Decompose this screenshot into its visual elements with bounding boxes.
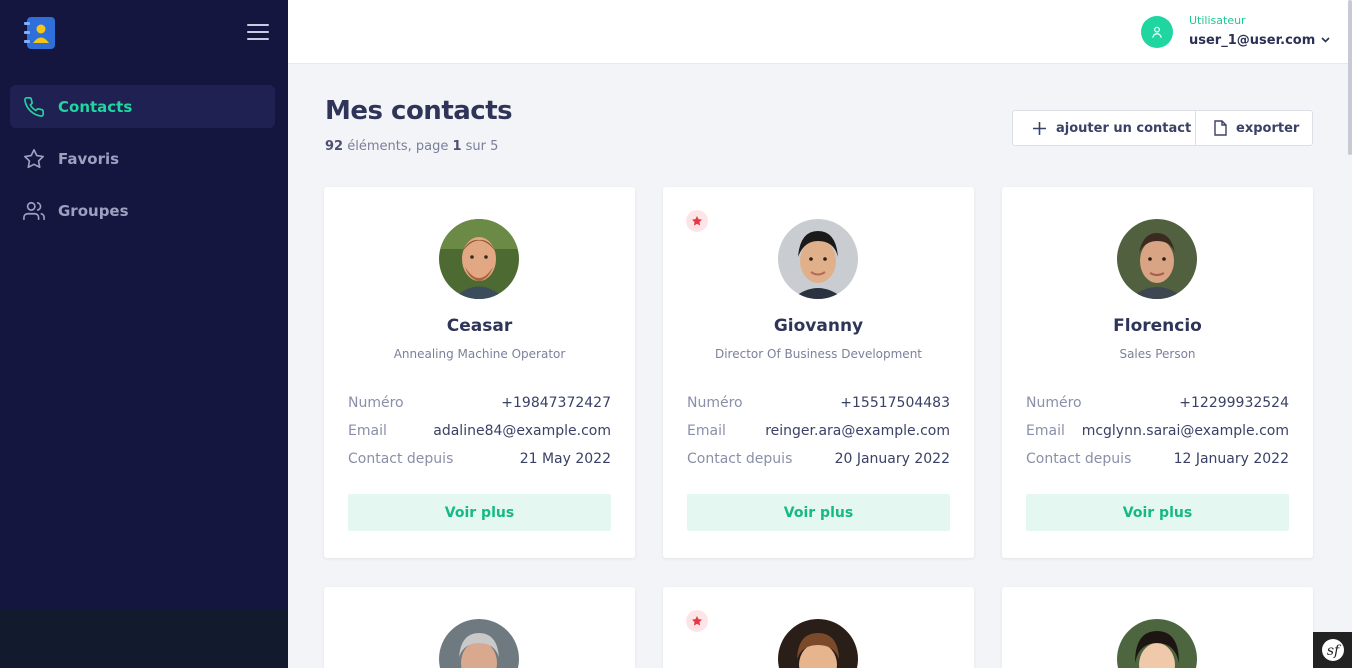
contact-since-row: Contact depuis 12 January 2022 [1026, 451, 1289, 467]
add-contact-button[interactable]: ajouter un contact [1013, 111, 1196, 145]
view-more-button[interactable]: Voir plus [1026, 494, 1289, 531]
menu-toggle-icon[interactable] [247, 24, 269, 42]
export-button[interactable]: exporter [1196, 111, 1312, 145]
page-summary: 92 éléments, page 1 sur 5 [325, 139, 499, 154]
contact-job: Annealing Machine Operator [393, 347, 566, 361]
contact-email-row: Email mcglynn.sarai@example.com [1026, 423, 1289, 439]
user-role: Utilisateur [1189, 14, 1246, 27]
contact-avatar [778, 619, 858, 668]
actions-group: ajouter un contact exporter [1012, 110, 1313, 146]
view-more-button[interactable]: Voir plus [348, 494, 611, 531]
sidebar-item-groupes[interactable]: Groupes [10, 189, 275, 232]
sidebar-nav: Contacts Favoris Groupes [10, 85, 275, 241]
contact-job: Director Of Business Development [714, 347, 923, 361]
user-menu[interactable]: user_1@user.com [1189, 33, 1330, 48]
contact-card [324, 587, 635, 668]
scrollbar[interactable] [1348, 0, 1352, 155]
contact-name: Florencio [1113, 316, 1202, 336]
sidebar-item-label: Contacts [58, 97, 133, 116]
users-icon [22, 199, 46, 223]
sidebar-item-label: Groupes [58, 201, 129, 220]
view-more-button[interactable]: Voir plus [687, 494, 950, 531]
page-title: Mes contacts [325, 96, 513, 126]
file-icon [1214, 120, 1227, 136]
top-header: Utilisateur user_1@user.com [288, 0, 1352, 64]
contact-job: Sales Person [1119, 347, 1196, 361]
contact-avatar [1117, 219, 1197, 299]
app-logo[interactable] [24, 16, 56, 50]
sidebar-item-contacts[interactable]: Contacts [10, 85, 275, 128]
contact-avatar [439, 619, 519, 668]
chevron-down-icon [1321, 35, 1330, 46]
star-icon [22, 147, 46, 171]
contact-since-row: Contact depuis 20 January 2022 [687, 451, 950, 467]
username: user_1@user.com [1189, 33, 1316, 48]
contact-number-row: Numéro +12299932524 [1026, 395, 1289, 411]
contact-card [1002, 587, 1313, 668]
contact-number-row: Numéro +15517504483 [687, 395, 950, 411]
sidebar-footer [0, 610, 288, 668]
contact-avatar [778, 219, 858, 299]
contact-card [663, 587, 974, 668]
contact-avatar [1117, 619, 1197, 668]
sidebar-item-favoris[interactable]: Favoris [10, 137, 275, 180]
contact-email-row: Email reinger.ara@example.com [687, 423, 950, 439]
contact-since-row: Contact depuis 21 May 2022 [348, 451, 611, 467]
favorite-star-icon[interactable] [686, 610, 708, 632]
sidebar: Contacts Favoris Groupes [0, 0, 288, 668]
contact-card: Florencio Sales Person Numéro +1229993252… [1002, 187, 1313, 558]
favorite-star-icon[interactable] [686, 210, 708, 232]
contact-card: Ceasar Annealing Machine Operator Numéro… [324, 187, 635, 558]
contact-card: Giovanny Director Of Business Developmen… [663, 187, 974, 558]
plus-icon [1032, 121, 1047, 136]
contact-name: Ceasar [446, 316, 513, 336]
phone-icon [22, 95, 46, 119]
contact-number-row: Numéro +19847372427 [348, 395, 611, 411]
contact-email-row: Email adaline84@example.com [348, 423, 611, 439]
contact-name: Giovanny [773, 316, 864, 336]
user-avatar-icon[interactable] [1141, 16, 1173, 48]
symfony-toolbar-icon[interactable]: sf [1313, 632, 1352, 668]
sidebar-item-label: Favoris [58, 149, 120, 168]
contact-avatar [439, 219, 519, 299]
